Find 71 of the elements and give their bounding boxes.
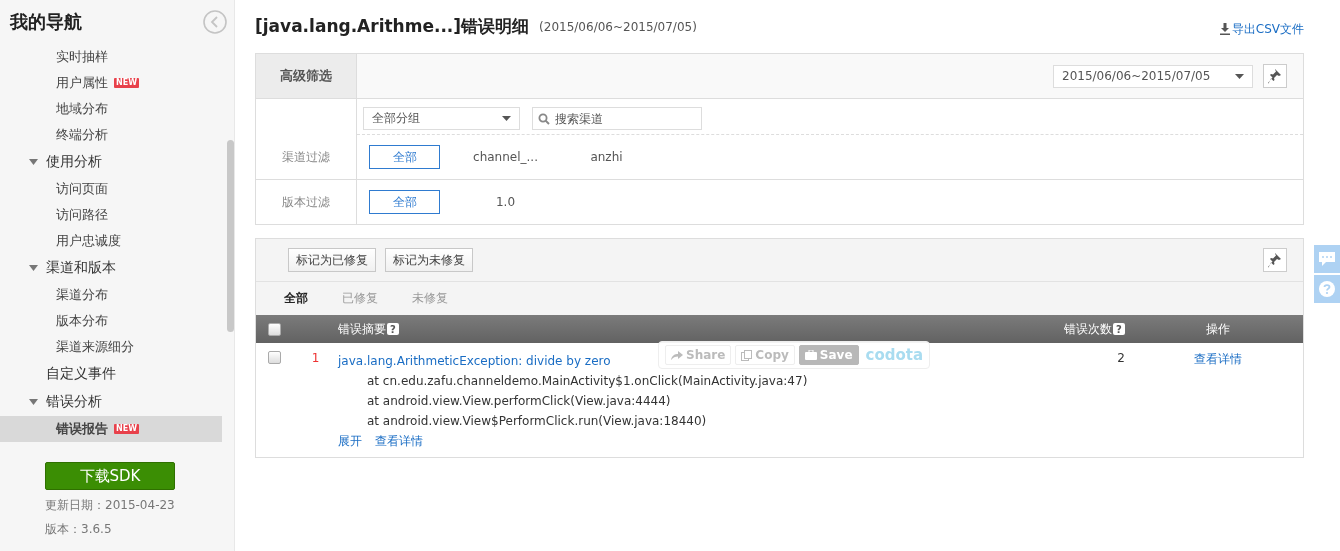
sidebar-section[interactable]: 自定义事件	[0, 360, 222, 388]
copy-icon	[741, 349, 753, 361]
share-arrow-icon	[671, 350, 683, 360]
filter-label: 版本过滤	[282, 194, 330, 211]
sidebar-item[interactable]: 渠道来源细分	[0, 334, 222, 360]
column-header: 错误摘要	[338, 320, 386, 338]
sidebar-item[interactable]: 访问页面	[0, 176, 222, 202]
error-summary-link[interactable]: java.lang.ArithmeticException: divide by zero	[338, 354, 611, 368]
page-title: [java.lang.Arithme...]错误明细	[255, 15, 530, 38]
sidebar-item[interactable]: 错误报告 NEW	[0, 416, 222, 442]
column-header: 操作	[1206, 320, 1230, 338]
advanced-filter-tab[interactable]: 高级筛选	[256, 54, 356, 99]
help-badge[interactable]: ?	[387, 323, 399, 335]
filter-label: 渠道过滤	[282, 149, 330, 166]
sidebar-item[interactable]: 实时抽样	[0, 44, 222, 70]
view-details-link[interactable]: 查看详情	[1194, 351, 1242, 368]
pin-button[interactable]	[1263, 64, 1287, 88]
sidebar-item[interactable]: 访问路径	[0, 202, 222, 228]
sidebar-group[interactable]: 渠道和版本	[0, 254, 222, 282]
group-select[interactable]: 全部分组	[363, 107, 520, 130]
sidebar-item[interactable]: 版本分布	[0, 308, 222, 334]
export-csv-link[interactable]: 导出CSV文件	[1219, 20, 1304, 38]
caret-icon	[1235, 73, 1244, 79]
filter-option[interactable]: 全部	[369, 145, 440, 169]
stack-trace-line: at android.view.View.performClick(View.java:4444)	[366, 393, 672, 410]
mark-status-button[interactable]: 标记为已修复	[288, 248, 376, 272]
pin-icon	[1268, 68, 1282, 84]
help-icon	[1319, 281, 1335, 297]
filter-option[interactable]: 1.0	[470, 190, 541, 214]
update-date: 更新日期：2015-04-23	[45, 497, 176, 514]
new-badge: NEW	[114, 78, 139, 88]
download-sdk-button[interactable]: 下载SDK	[45, 462, 175, 490]
stack-trace-line: at android.view.View$PerformClick.run(View.java:18440)	[366, 413, 708, 430]
search-field[interactable]: 搜索渠道	[532, 107, 702, 130]
sidebar-group[interactable]: 错误分析	[0, 388, 222, 416]
row-link[interactable]: 查看详情	[375, 431, 423, 451]
mark-status-button[interactable]: 标记为未修复	[385, 248, 473, 272]
filter-option[interactable]: anzhi	[571, 145, 642, 169]
sidebar-item[interactable]: 终端分析	[0, 122, 222, 148]
stack-trace-line: at cn.edu.zafu.channeldemo.MainActivity$1.onClick(MainActivity.java:47)	[366, 373, 809, 390]
row-index: 1	[311, 351, 320, 367]
scrollbar-thumb[interactable]	[227, 140, 234, 332]
caret-icon	[502, 116, 511, 121]
feedback-button[interactable]	[1314, 245, 1340, 273]
sidebar-group[interactable]: 使用分析	[0, 148, 222, 176]
date-range-select[interactable]: 2015/06/06~2015/07/05	[1053, 64, 1253, 88]
briefcase-icon	[804, 350, 817, 360]
status-tab[interactable]: 全部	[284, 290, 308, 307]
chat-bubble-icon	[1318, 251, 1336, 267]
pin-button[interactable]	[1263, 248, 1287, 272]
help-button[interactable]	[1314, 275, 1340, 303]
search-icon	[538, 113, 550, 125]
new-badge: NEW	[114, 424, 139, 434]
sidebar-item[interactable]: 渠道分布	[0, 282, 222, 308]
pin-icon	[1268, 252, 1282, 268]
filter-option[interactable]: 全部	[369, 190, 440, 214]
sidebar-title: 我的导航	[10, 10, 82, 34]
sidebar-item[interactable]: 用户忠诚度	[0, 228, 222, 254]
error-count: 2	[1117, 351, 1125, 365]
date-range: (2015/06/06~2015/07/05)	[539, 19, 697, 34]
collapse-sidebar-icon[interactable]	[203, 10, 227, 34]
version-text: 版本：3.6.5	[45, 521, 113, 538]
help-badge[interactable]: ?	[1113, 323, 1125, 335]
row-link[interactable]: 展开	[338, 431, 362, 451]
checkbox[interactable]	[268, 322, 281, 336]
sidebar-item[interactable]: 用户属性 NEW	[0, 70, 222, 96]
sidebar-item[interactable]: 地域分布	[0, 96, 222, 122]
download-icon	[1219, 23, 1230, 35]
column-header: 错误次数	[1064, 320, 1112, 338]
checkbox[interactable]	[268, 351, 281, 364]
filter-option[interactable]: channel_...	[470, 145, 541, 169]
